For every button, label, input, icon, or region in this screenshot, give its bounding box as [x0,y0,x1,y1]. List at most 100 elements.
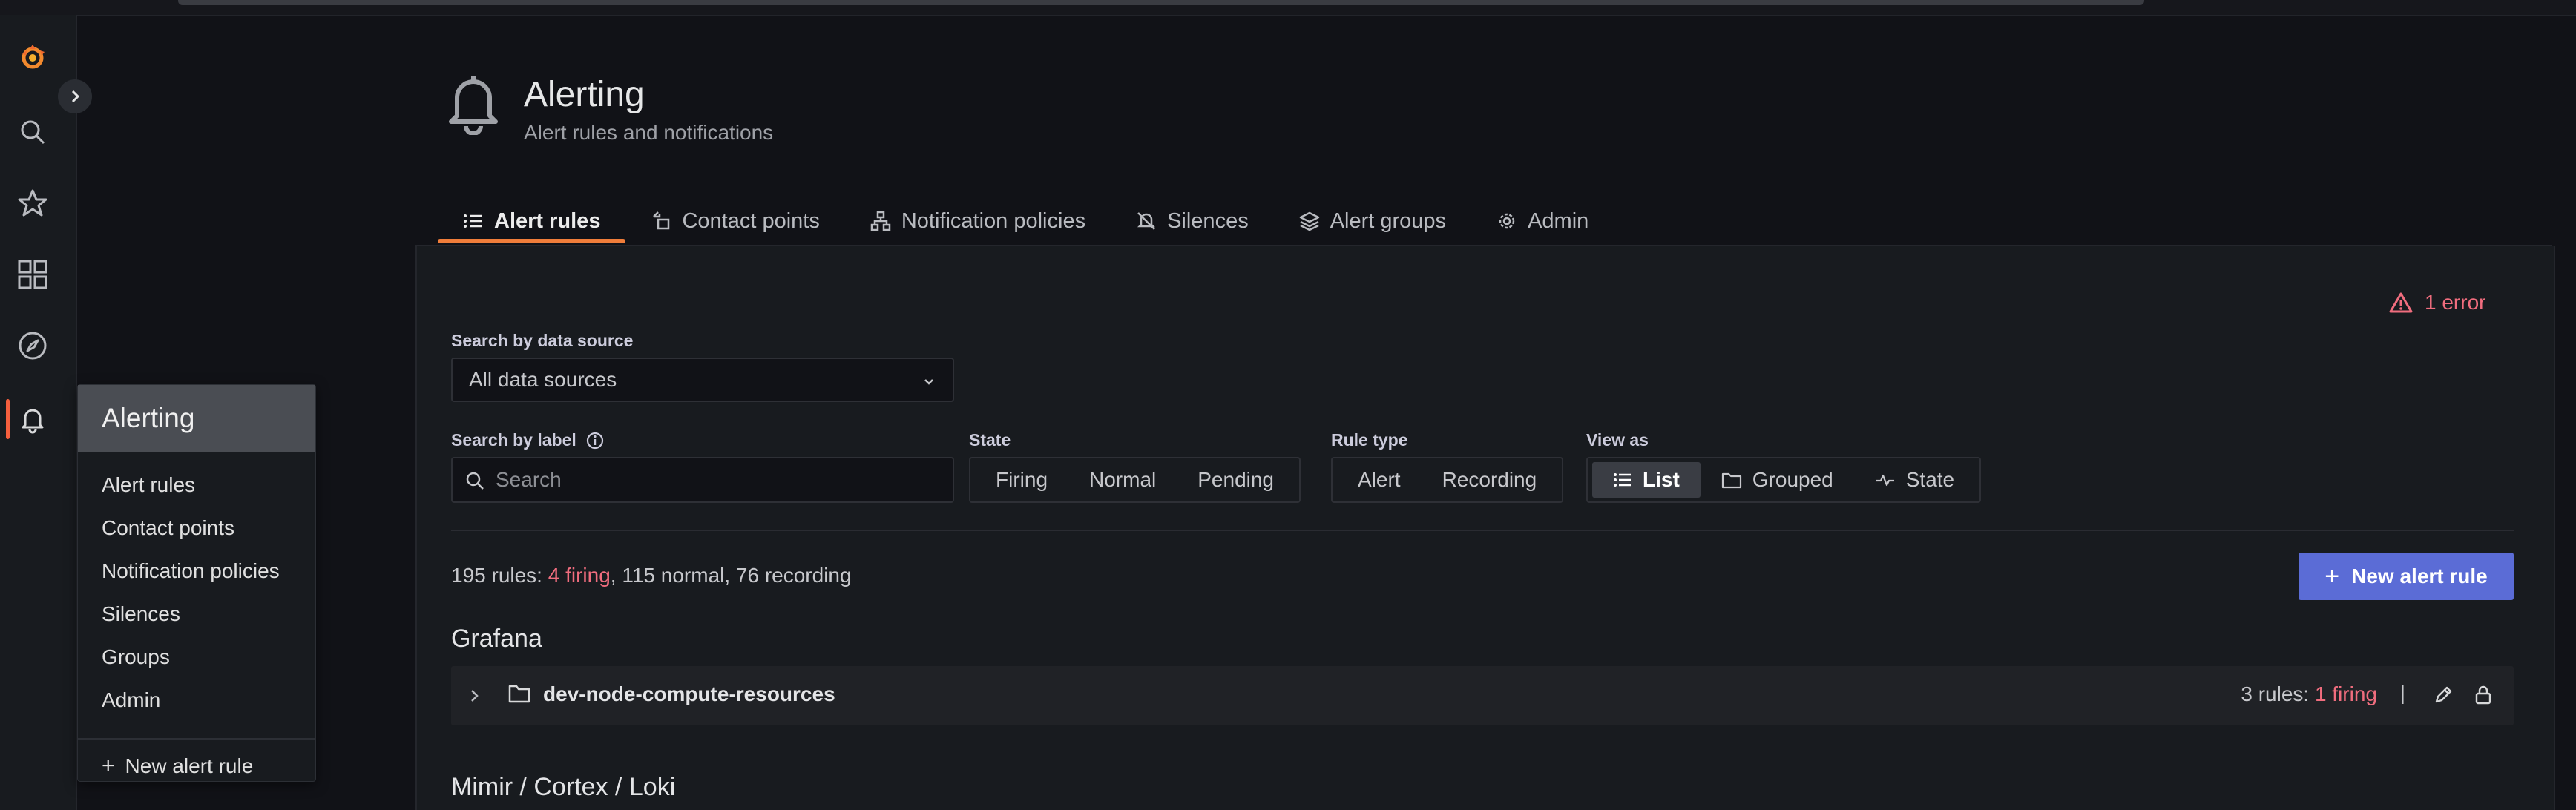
layers-icon [1299,211,1319,231]
state-option-firing[interactable]: Firing [975,462,1068,498]
pencil-edit-icon[interactable] [2432,684,2454,706]
chevron-right-icon [71,90,80,103]
tab-contact-points[interactable]: Contact points [625,199,844,243]
search-icon [466,472,484,490]
explore-compass-icon[interactable] [15,328,50,363]
flyout-title[interactable]: Alerting [78,385,315,452]
alerting-flyout-menu: Alerting Alert rules Contact points Noti… [77,384,316,782]
ruletype-option-alert[interactable]: Alert [1337,462,1422,498]
cog-icon [1499,213,1515,229]
viewas-option-state-label: State [1905,468,1955,491]
flyout-item-silences[interactable]: Silences [78,593,315,636]
viewas-option-grouped[interactable]: Grouped [1701,462,1854,498]
flyout-item-groups[interactable]: Groups [78,636,315,679]
tab-alert-groups[interactable]: Alert groups [1274,199,1471,243]
tab-notification-policies-label: Notification policies [901,208,1086,233]
folder-count-firing: 1 firing [2314,682,2377,705]
star-icon[interactable] [15,185,50,221]
tab-alert-rules-label: Alert rules [494,208,601,233]
sitemap-icon [870,211,891,231]
viewas-option-state[interactable]: State [1854,462,1975,498]
horizontal-scrollbar[interactable] [178,0,2144,5]
side-nav-rail [0,15,77,810]
alert-rules-panel [415,246,2555,810]
chevron-right-icon[interactable] [466,685,484,706]
viewas-filter-group: List Grouped State [1586,457,1982,503]
state-filter-label: State [969,430,1011,450]
datasource-select-value: All data sources [469,368,617,391]
summary-rest: , 115 normal, 76 recording [610,564,852,587]
alerting-tabs: Alert rules Contact points Notification … [438,199,1614,243]
page-subtitle: Alert rules and notifications [524,121,774,144]
bell-icon[interactable] [15,401,50,437]
tab-alert-rules[interactable]: Alert rules [438,199,626,243]
summary-firing: 4 firing [548,564,611,587]
folder-count-prefix: 3 rules: [2241,682,2315,705]
warning-triangle-icon [2389,292,2413,313]
tab-admin-label: Admin [1528,208,1589,233]
grafana-logo-icon[interactable] [15,40,50,76]
error-text: 1 error [2425,291,2486,314]
datasource-select[interactable]: All data sources [451,358,954,402]
summary-count: 195 rules: [451,564,548,587]
expand-nav-button[interactable] [58,79,92,113]
flyout-item-contact-points[interactable]: Contact points [78,507,315,550]
label-search-placeholder: Search [496,468,562,491]
bell-slash-icon [1137,212,1156,230]
state-option-pending[interactable]: Pending [1177,462,1295,498]
plus-icon: + [2324,562,2340,590]
folder-icon [1721,472,1741,489]
info-circle-icon[interactable] [585,431,605,450]
page-title: Alerting [524,75,645,114]
ruletype-filter-label: Rule type [1331,430,1408,450]
tab-admin[interactable]: Admin [1471,199,1614,243]
label-filter-label: Search by label [451,430,576,450]
heartbeat-icon [1876,474,1894,487]
viewas-option-list-label: List [1643,468,1680,491]
new-alert-rule-button[interactable]: + New alert rule [2299,553,2514,600]
ruletype-option-recording[interactable]: Recording [1422,462,1558,498]
contact-icon [653,211,670,230]
error-indicator[interactable]: 1 error [2389,291,2485,315]
lock-icon[interactable] [2472,684,2494,706]
list-icon [1614,473,1631,487]
flyout-item-admin[interactable]: Admin [78,679,315,722]
active-nav-indicator [6,399,10,439]
tab-notification-policies[interactable]: Notification policies [845,199,1111,243]
tab-silences[interactable]: Silences [1111,199,1274,243]
section-title-mimir: Mimir / Cortex / Loki [451,773,676,801]
flyout-new-alert-rule-label: New alert rule [125,754,254,777]
list-icon [464,214,482,228]
rule-folder-row[interactable]: dev-node-compute-resources 3 rules: 1 fi… [451,666,2514,725]
ruletype-filter-group: Alert Recording [1331,457,1564,503]
label-search-input[interactable]: Search [451,457,954,503]
viewas-option-list[interactable]: List [1592,462,1701,498]
filters-divider [451,530,2514,531]
tab-silences-label: Silences [1167,208,1249,233]
tab-contact-points-label: Contact points [682,208,820,233]
folder-name: dev-node-compute-resources [543,682,835,705]
tab-alert-groups-label: Alert groups [1330,208,1447,233]
label-filter-label-wrap: Search by label [451,430,605,450]
state-option-normal[interactable]: Normal [1068,462,1177,498]
plus-icon: + [102,754,115,778]
rules-summary: 195 rules: 4 firing, 115 normal, 76 reco… [451,564,852,587]
alerting-bell-icon [449,76,498,135]
folder-icon [508,685,530,703]
dashboards-grid-icon[interactable] [15,257,50,292]
section-title-grafana: Grafana [451,625,542,653]
folder-separator: | [2399,681,2405,704]
page-header: Alerting Alert rules and notifications [445,71,773,145]
flyout-new-alert-rule[interactable]: + New alert rule [78,744,315,788]
flyout-item-notification-policies[interactable]: Notification policies [78,550,315,593]
folder-rule-count: 3 rules: 1 firing [2241,682,2377,706]
top-browser-strip [0,0,2576,16]
chevron-down-icon [924,379,933,385]
viewas-filter-label: View as [1586,430,1649,450]
datasource-filter-label: Search by data source [451,331,634,350]
flyout-item-alert-rules[interactable]: Alert rules [78,464,315,507]
search-icon[interactable] [15,114,50,150]
state-filter-group: Firing Normal Pending [969,457,1301,503]
flyout-divider [78,738,315,740]
new-alert-rule-button-label: New alert rule [2351,564,2488,587]
